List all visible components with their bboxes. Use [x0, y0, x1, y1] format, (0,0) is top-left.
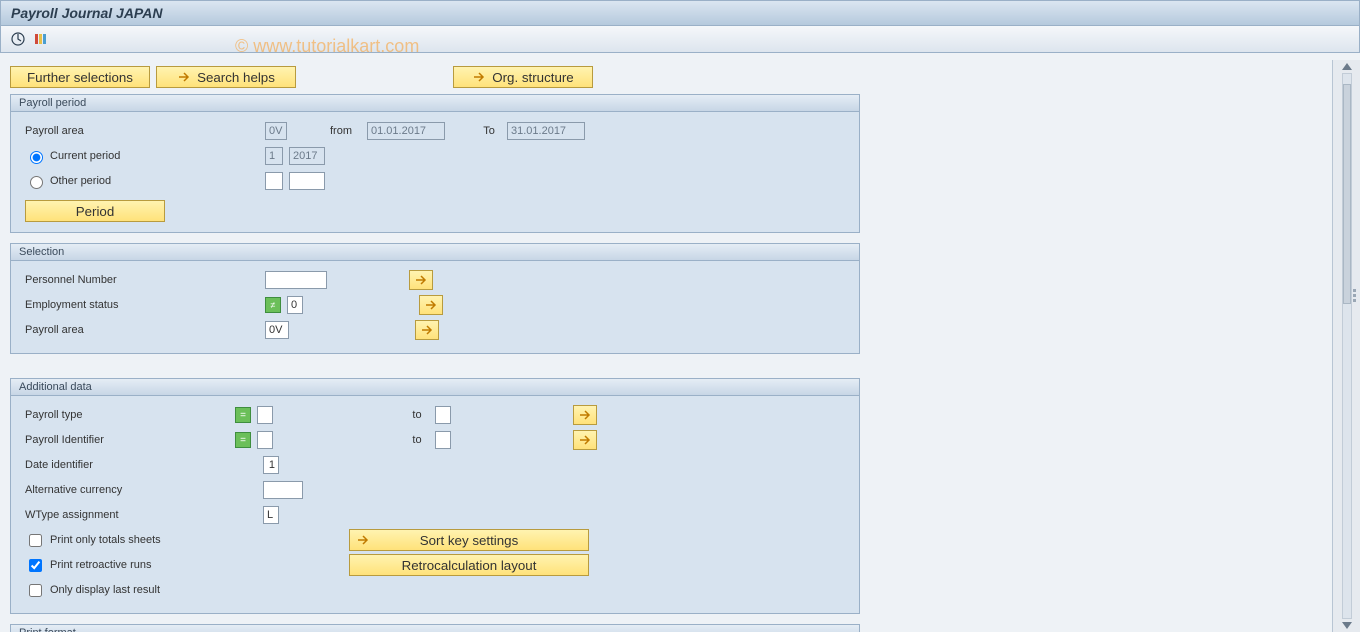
- org-structure-button[interactable]: Org. structure: [453, 66, 593, 88]
- search-helps-button[interactable]: Search helps: [156, 66, 296, 88]
- spacer: [10, 364, 1322, 378]
- additional-data-header: Additional data: [11, 379, 859, 396]
- alt-currency-label: Alternative currency: [19, 484, 229, 496]
- print-format-group: Print format Page header: [10, 624, 860, 632]
- arrow-right-icon: [177, 70, 191, 84]
- payroll-identifier-from-input[interactable]: [257, 431, 273, 449]
- payroll-identifier-label: Payroll Identifier: [19, 434, 229, 446]
- window-title: Payroll Journal JAPAN: [0, 0, 1360, 26]
- from-date: 01.01.2017: [367, 122, 445, 140]
- selection-payroll-area-input[interactable]: [265, 321, 289, 339]
- only-last-checkbox[interactable]: Only display last result: [19, 581, 319, 600]
- additional-data-group: Additional data Payroll type = to Payrol…: [10, 378, 860, 614]
- resize-grip-icon: [1353, 289, 1356, 302]
- print-format-header: Print format: [11, 625, 859, 632]
- other-period-radio-input[interactable]: [30, 176, 43, 189]
- retro-layout-label: Retrocalculation layout: [402, 558, 537, 573]
- selection-header: Selection: [11, 244, 859, 261]
- from-label: from: [321, 125, 361, 137]
- other-period-num-input[interactable]: [265, 172, 283, 190]
- payroll-type-label: Payroll type: [19, 409, 229, 421]
- only-last-label: Only display last result: [50, 584, 160, 596]
- payroll-identifier-to-input[interactable]: [435, 431, 451, 449]
- payroll-area-value: 0V: [265, 122, 287, 140]
- wtype-input[interactable]: [263, 506, 279, 524]
- print-totals-checkbox-input[interactable]: [29, 534, 42, 547]
- spacer: [302, 66, 447, 88]
- only-last-checkbox-input[interactable]: [29, 584, 42, 597]
- selection-payroll-area-label: Payroll area: [19, 324, 229, 336]
- payroll-identifier-multiple-button[interactable]: [573, 430, 597, 450]
- arrow-right-icon: [472, 70, 486, 84]
- personnel-number-input[interactable]: [265, 271, 327, 289]
- scroll-track[interactable]: [1342, 73, 1352, 619]
- print-totals-checkbox[interactable]: Print only totals sheets: [19, 531, 319, 550]
- to-label: to: [405, 434, 429, 446]
- other-period-radio[interactable]: Other period: [19, 173, 229, 189]
- sort-key-settings-button[interactable]: Sort key settings: [349, 529, 589, 551]
- print-totals-label: Print only totals sheets: [50, 534, 161, 546]
- selection-payroll-area-multiple-button[interactable]: [415, 320, 439, 340]
- to-label: To: [477, 125, 501, 137]
- current-period-num: 1: [265, 147, 283, 165]
- execute-icon[interactable]: [9, 30, 27, 48]
- org-structure-label: Org. structure: [492, 70, 573, 85]
- personnel-number-multiple-button[interactable]: [409, 270, 433, 290]
- payroll-type-multiple-button[interactable]: [573, 405, 597, 425]
- scroll-thumb[interactable]: [1343, 84, 1351, 304]
- not-equal-icon[interactable]: ≠: [265, 297, 281, 313]
- print-retro-checkbox[interactable]: Print retroactive runs: [19, 556, 319, 575]
- wtype-label: WType assignment: [19, 509, 229, 521]
- payroll-period-group: Payroll period Payroll area 0V from 01.0…: [10, 94, 860, 233]
- variant-icon[interactable]: [31, 30, 49, 48]
- current-period-radio-input[interactable]: [30, 151, 43, 164]
- scroll-up-icon[interactable]: [1342, 63, 1352, 70]
- current-period-label: Current period: [50, 150, 120, 162]
- top-button-row: Further selections Search helps Org. str…: [10, 66, 1322, 88]
- print-retro-checkbox-input[interactable]: [29, 559, 42, 572]
- payroll-period-header: Payroll period: [11, 95, 859, 112]
- current-period-year: 2017: [289, 147, 325, 165]
- toolbar: [0, 26, 1360, 53]
- sort-key-label: Sort key settings: [420, 533, 519, 548]
- payroll-type-from-input[interactable]: [257, 406, 273, 424]
- date-identifier-input[interactable]: [263, 456, 279, 474]
- payroll-type-to-input[interactable]: [435, 406, 451, 424]
- content-area: Further selections Search helps Org. str…: [0, 60, 1332, 632]
- arrow-right-icon: [356, 533, 370, 547]
- equal-icon[interactable]: =: [235, 407, 251, 423]
- search-helps-label: Search helps: [197, 70, 275, 85]
- selection-group: Selection Personnel Number Employment st…: [10, 243, 860, 354]
- vertical-scrollbar[interactable]: [1332, 60, 1360, 632]
- date-identifier-label: Date identifier: [19, 459, 229, 471]
- to-label: to: [405, 409, 429, 421]
- employment-status-label: Employment status: [19, 299, 229, 311]
- current-period-radio[interactable]: Current period: [19, 148, 229, 164]
- scroll-down-icon[interactable]: [1342, 622, 1352, 629]
- print-retro-label: Print retroactive runs: [50, 559, 151, 571]
- retrocalculation-layout-button[interactable]: Retrocalculation layout: [349, 554, 589, 576]
- alt-currency-input[interactable]: [263, 481, 303, 499]
- employment-status-multiple-button[interactable]: [419, 295, 443, 315]
- payroll-area-label: Payroll area: [19, 125, 229, 137]
- period-button[interactable]: Period: [25, 200, 165, 222]
- equal-icon[interactable]: =: [235, 432, 251, 448]
- to-date: 31.01.2017: [507, 122, 585, 140]
- other-period-year-input[interactable]: [289, 172, 325, 190]
- window: Payroll Journal JAPAN © www.tutorialkart…: [0, 0, 1360, 632]
- further-selections-button[interactable]: Further selections: [10, 66, 150, 88]
- employment-status-input[interactable]: [287, 296, 303, 314]
- other-period-label: Other period: [50, 175, 111, 187]
- personnel-number-label: Personnel Number: [19, 274, 229, 286]
